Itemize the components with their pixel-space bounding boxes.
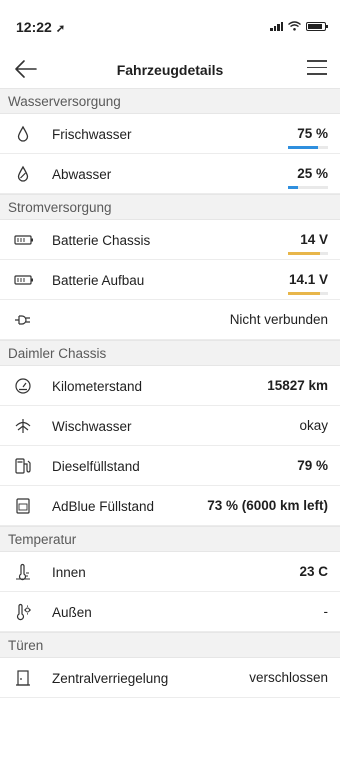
row-frischwasser[interactable]: Frischwasser 75 % [0,114,340,154]
shore-power-value: Nicht verbunden [229,312,328,327]
row-dieselfuellstand[interactable]: Dieselfüllstand 79 % [0,446,340,486]
batterie-aufbau-label: Batterie Aufbau [52,273,145,288]
power-plug-icon [15,315,30,325]
status-time: 12:22 ➚ [16,19,65,35]
status-bar: 12:22 ➚ [0,0,340,52]
row-adblue[interactable]: AdBlue Füllstand 73 % (6000 km left) [0,486,340,526]
section-header-chassis: Daimler Chassis [0,340,340,366]
frischwasser-level-bar [288,146,328,149]
zentralverriegelung-value: verschlossen [249,670,328,685]
nav-bar: Fahrzeugdetails [0,52,340,88]
batterie-aufbau-level-bar [288,292,328,295]
innen-label: Innen [52,565,86,580]
door-lock-icon [16,670,30,686]
abwasser-value: 25 % [297,166,328,181]
batterie-aufbau-value: 14.1 V [288,272,328,287]
kilometerstand-label: Kilometerstand [52,379,143,394]
row-abwasser[interactable]: Abwasser 25 % [0,154,340,194]
row-zentralverriegelung[interactable]: Zentralverriegelung verschlossen [0,658,340,698]
battery-icon [306,21,328,31]
row-innen[interactable]: Innen 23 C [0,552,340,592]
frischwasser-value: 75 % [297,126,328,141]
signal-icon [270,21,283,31]
hamburger-menu-icon[interactable] [307,60,327,78]
row-kilometerstand[interactable]: Kilometerstand 15827 km [0,366,340,406]
kilometerstand-value: 15827 km [267,378,328,393]
row-batterie-aufbau[interactable]: Batterie Aufbau 14.1 V [0,260,340,300]
fuel-pump-icon [15,458,31,474]
adblue-tank-icon [16,498,30,514]
wischwasser-label: Wischwasser [52,419,132,434]
wischwasser-value: okay [299,418,328,433]
section-header-water: Wasserversorgung [0,88,340,114]
thermometer-inside-icon [16,563,30,581]
time-text: 12:22 [16,19,52,35]
row-aussen[interactable]: Außen - [0,592,340,632]
status-icons [270,21,328,31]
water-drop-icon [17,125,29,142]
innen-value: 23 C [299,564,328,579]
windshield-washer-icon [15,419,31,433]
frischwasser-label: Frischwasser [52,127,132,142]
row-wischwasser[interactable]: Wischwasser okay [0,406,340,446]
row-batterie-chassis[interactable]: Batterie Chassis 14 V [0,220,340,260]
zentralverriegelung-label: Zentralverriegelung [52,671,169,686]
dieselfuellstand-value: 79 % [297,458,328,473]
details-list: Wasserversorgung Frischwasser 75 % Abwas… [0,88,340,698]
batterie-chassis-label: Batterie Chassis [52,233,151,248]
page-title: Fahrzeugdetails [116,62,224,78]
section-header-doors: Türen [0,632,340,658]
battery-gauge-icon [14,235,33,245]
waste-water-drop-icon [17,165,29,182]
row-shore-power[interactable]: Nicht verbunden [0,300,340,340]
aussen-value: - [323,604,329,619]
dieselfuellstand-label: Dieselfüllstand [52,459,140,474]
batterie-chassis-value: 14 V [300,232,328,247]
section-header-temperature: Temperatur [0,526,340,552]
adblue-label: AdBlue Füllstand [52,499,155,514]
speedometer-icon [15,378,31,394]
abwasser-label: Abwasser [52,167,112,182]
section-header-power: Stromversorgung [0,194,340,220]
adblue-value: 73 % (6000 km left) [207,498,328,513]
aussen-label: Außen [52,605,92,620]
batterie-chassis-level-bar [288,252,328,255]
wifi-icon [288,21,301,31]
thermometer-outside-icon [16,603,31,621]
location-arrow-icon: ➚ [55,23,66,35]
abwasser-level-bar [288,186,328,189]
battery-gauge-icon [14,275,33,285]
